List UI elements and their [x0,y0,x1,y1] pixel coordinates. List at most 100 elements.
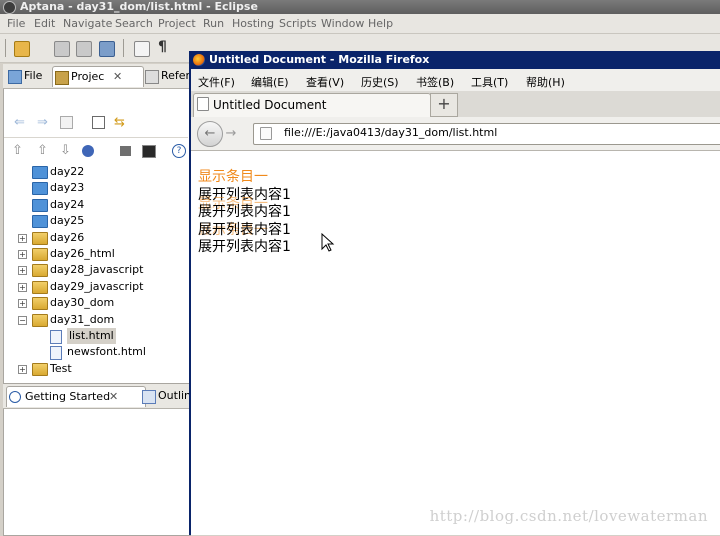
forward-arrow-icon[interactable]: ⇒ [37,115,48,130]
help-icon [9,391,21,403]
tab-outline[interactable]: Outlin [140,386,191,406]
pilcrow-icon[interactable]: ¶ [158,39,167,55]
tree-item[interactable]: day23 [4,180,188,196]
ff-menu-history[interactable]: 历史(S) [361,74,399,90]
tree-item-label: day31_dom [50,312,115,326]
html-file-icon [50,346,62,361]
folder-icon [32,182,48,196]
menu-edit[interactable]: Edit [34,17,55,30]
back-button[interactable]: ← [197,121,223,147]
menu-help[interactable]: Help [368,17,393,30]
tree-item-label: day29_javascript [50,279,144,293]
server-icon[interactable] [120,146,131,156]
new-file-icon[interactable] [14,41,30,57]
collapse-all-icon[interactable] [92,116,105,129]
tree-item[interactable]: + day30_dom [4,295,188,311]
tree-item[interactable]: list.html [4,328,188,344]
tab-getting-started[interactable]: Getting Started ✕ [6,386,146,407]
tree-item-label: day30_dom [50,296,115,310]
project-folder-icon [32,248,48,261]
firefox-window-title: Untitled Document - Mozilla Firefox [209,53,430,66]
tree-item-label: list.html [67,328,116,344]
mouse-cursor-icon [321,233,335,252]
menu-search[interactable]: Search [115,17,153,30]
menu-hosting[interactable]: Hosting [232,17,274,30]
expand-icon[interactable]: + [18,364,27,374]
folder-icon [32,198,48,212]
help-icon[interactable]: ? [172,144,186,158]
save-icon[interactable] [54,41,70,57]
back-arrow-icon[interactable]: ⇐ [14,115,25,130]
tree-item-label: day28_javascript [50,263,144,277]
tree-item-label: day22 [50,165,85,178]
close-icon[interactable]: ✕ [113,67,122,87]
collapse-icon[interactable]: − [18,315,27,325]
close-icon[interactable]: ✕ [109,387,118,407]
document-icon[interactable] [134,41,150,57]
list-heading[interactable]: 显示条目一 [198,166,268,186]
tree-item-label: newsfont.html [67,345,146,359]
tab-project[interactable]: Projec ✕ [52,66,144,87]
tab-file[interactable]: File [6,66,42,86]
tab-file-label: File [24,69,43,82]
expand-icon[interactable]: + [18,282,27,292]
link-with-editor-icon[interactable]: ⇆ [114,115,125,130]
ff-menu-tools[interactable]: 工具(T) [471,74,508,90]
document-icon [197,97,209,111]
console-icon[interactable] [142,145,156,158]
watermark-text: http://blog.csdn.net/lovewaterman [429,507,708,525]
folder-icon [32,166,48,179]
project-tree: day22 day23 day24 day25 + day26 + day26_html + da… [4,164,188,380]
tree-item[interactable]: + Test [4,361,188,377]
tree-item[interactable]: + day26 [4,230,188,246]
save-all-icon[interactable] [76,41,92,57]
up-icon[interactable]: ⇧ [37,143,48,158]
home-icon[interactable] [60,116,73,129]
tree-item-label: day26 [50,230,85,244]
expand-icon[interactable]: + [18,250,27,259]
tree-item[interactable]: + day28_javascript [4,262,188,278]
references-view-icon [145,70,159,84]
tree-item[interactable]: day22 [4,164,188,180]
ff-menu-file[interactable]: 文件(F) [198,74,235,90]
new-tab-button[interactable]: + [430,93,458,117]
ff-menu-view[interactable]: 查看(V) [306,74,344,90]
project-folder-icon [32,280,48,294]
menu-project[interactable]: Project [158,17,196,30]
expand-icon[interactable]: + [18,233,27,243]
menu-scripts[interactable]: Scripts [279,17,317,30]
expand-icon[interactable]: + [18,299,27,309]
tree-item[interactable]: newsfont.html [4,344,188,361]
down-icon[interactable]: ⇩ [60,143,71,158]
ff-menu-bookmarks[interactable]: 书签(B) [416,74,454,90]
outline-icon [142,390,156,404]
tree-item-label: day26_html [50,247,115,260]
ff-menu-help[interactable]: 帮助(H) [526,74,565,90]
ff-menu-edit[interactable]: 编辑(E) [251,74,289,90]
tree-item[interactable]: day25 [4,213,188,229]
tree-item-label: day24 [50,197,85,211]
tab-references[interactable]: Refer [143,66,190,86]
eclipse-logo-icon [3,1,16,14]
menu-run[interactable]: Run [203,17,224,30]
tree-item[interactable]: + day26_html [4,246,188,262]
tree-item[interactable]: + day29_javascript [4,279,188,295]
tree-item[interactable]: day24 [4,197,188,213]
up-arrow-icon[interactable]: ⇧ [12,143,23,158]
url-text[interactable]: file:///E:/java0413/day31_dom/list.html [284,126,497,139]
menu-navigate[interactable]: Navigate [63,17,112,30]
list-item: 展开列表内容1 [198,239,291,255]
browser-tab-label: Untitled Document [213,98,327,112]
tab-getting-started-label: Getting Started [25,390,111,403]
firefox-title-bar: Untitled Document - Mozilla Firefox [189,51,720,69]
tree-item[interactable]: − day31_dom [4,312,188,328]
print-icon[interactable] [99,41,115,57]
toolbar-separator [123,39,124,57]
menu-file[interactable]: File [7,17,25,30]
project-view-icon [55,71,69,85]
expand-icon[interactable]: + [18,266,27,276]
globe-icon[interactable] [82,145,94,157]
project-folder-icon [32,264,48,278]
menu-window[interactable]: Window [321,17,364,30]
forward-button[interactable]: → [222,125,240,142]
